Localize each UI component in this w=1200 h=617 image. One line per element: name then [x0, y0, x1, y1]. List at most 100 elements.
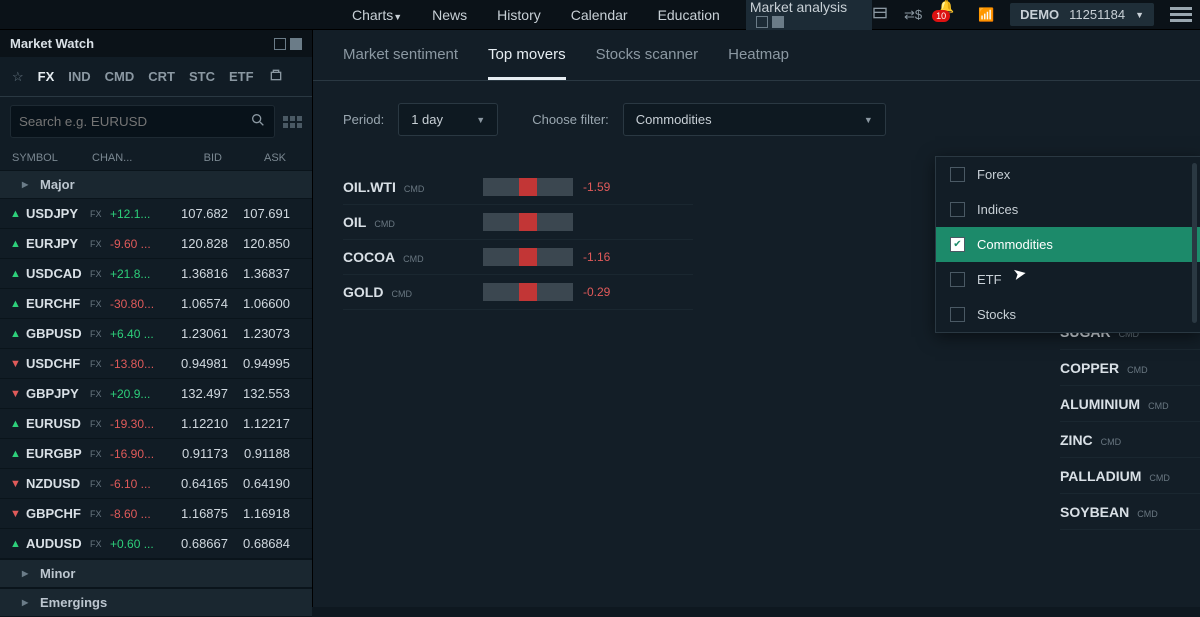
view-grid-icon[interactable]	[283, 116, 302, 128]
panel-window-controls[interactable]	[756, 16, 784, 28]
filter-option-forex[interactable]: Forex	[936, 157, 1200, 192]
direction-icon: ▼	[10, 508, 26, 520]
col-symbol: SYMBOL	[12, 152, 92, 164]
hamburger-menu[interactable]	[1170, 4, 1192, 25]
change: -6.10 ...	[110, 477, 166, 491]
bid: 1.36816	[166, 266, 228, 281]
period-select[interactable]: 1 day ▼	[398, 103, 498, 136]
tab-cmd[interactable]: CMD	[105, 69, 135, 84]
instrument-name: GOLD	[343, 284, 383, 300]
direction-icon: ▲	[10, 328, 26, 340]
mover-row[interactable]: ALUMINIUMCMD0.44%ⓘ＋♞☆	[1060, 386, 1200, 422]
mover-row[interactable]: COCOACMD-1.16	[343, 240, 693, 275]
notifications-icon[interactable]: 🔔10	[938, 0, 962, 30]
menu-calendar[interactable]: Calendar	[567, 1, 632, 29]
menu-news[interactable]: News	[428, 1, 471, 29]
symbol: USDJPY	[26, 206, 90, 221]
menu-history[interactable]: History	[493, 1, 545, 29]
layout-icon[interactable]	[872, 5, 888, 24]
asset-tag: FX	[90, 479, 110, 489]
mover-row[interactable]: SOYBEANCMD0.32%ⓘ＋♞☆	[1060, 494, 1200, 530]
watchlist-row[interactable]: ▼NZDUSDFX-6.10 ...0.641650.64190	[0, 469, 312, 499]
symbol: USDCAD	[26, 266, 90, 281]
direction-icon: ▼	[10, 388, 26, 400]
asset-tag: FX	[90, 269, 110, 279]
tab-etf[interactable]: ETF	[229, 69, 254, 84]
tab-crt[interactable]: CRT	[148, 69, 175, 84]
direction-icon: ▼	[10, 358, 26, 370]
tab-stocks-scanner[interactable]: Stocks scanner	[596, 46, 699, 80]
symbol-search[interactable]	[10, 105, 275, 138]
mover-row[interactable]: PALLADIUMCMD0.34%ⓘ＋♞☆	[1060, 458, 1200, 494]
tab-fx[interactable]: FX	[38, 69, 55, 84]
watchlist-row[interactable]: ▲AUDUSDFX+0.60 ...0.686670.68684	[0, 529, 312, 559]
transfer-icon[interactable]: ⇄$	[904, 7, 922, 23]
col-change: CHAN...	[92, 152, 158, 164]
instrument-tag: CMD	[1148, 401, 1169, 411]
change: +12.1...	[110, 207, 166, 221]
watchlist-row[interactable]: ▼GBPCHFFX-8.60 ...1.168751.16918	[0, 499, 312, 529]
filter-option-indices[interactable]: Indices	[936, 192, 1200, 227]
instrument-tag: CMD	[403, 254, 424, 264]
menu-charts[interactable]: Charts▼	[348, 1, 406, 29]
instrument-tag: CMD	[1127, 365, 1148, 375]
watchlist-row[interactable]: ▲EURJPYFX-9.60 ...120.828120.850	[0, 229, 312, 259]
watchlist-body: ▲USDJPYFX+12.1...107.682107.691▲EURJPYFX…	[0, 199, 312, 559]
watchlist-row[interactable]: ▲GBPUSDFX+6.40 ...1.230611.23073	[0, 319, 312, 349]
filter-option-commodities[interactable]: ✔Commodities	[936, 227, 1200, 262]
tab-market-sentiment[interactable]: Market sentiment	[343, 46, 458, 80]
market-watch-panel: Market Watch ☆ FX IND CMD CRT STC ETF SY…	[0, 30, 313, 607]
tab-ind[interactable]: IND	[68, 69, 90, 84]
app-topbar: Charts▼ News History Calendar Education …	[0, 0, 1200, 30]
instrument-tag: CMD	[404, 184, 425, 194]
star-icon[interactable]: ☆	[12, 69, 24, 85]
market-analysis-panel: Market sentiment Top movers Stocks scann…	[313, 30, 1200, 607]
instrument-name: COCOA	[343, 249, 395, 265]
change: +21.8...	[110, 267, 166, 281]
instrument-tag: CMD	[374, 219, 395, 229]
mover-row[interactable]: COPPERCMD1.09%ⓘ＋♞☆	[1060, 350, 1200, 386]
dropdown-scrollbar[interactable]	[1192, 163, 1197, 323]
watchlist-row[interactable]: ▲EURUSDFX-19.30...1.122101.12217	[0, 409, 312, 439]
filter-option-etf[interactable]: ETF	[936, 262, 1200, 297]
watchlist-row[interactable]: ▲USDJPYFX+12.1...107.682107.691	[0, 199, 312, 229]
mover-row[interactable]: GOLD CMD -0.29	[343, 275, 693, 310]
filter-select[interactable]: Commodities ▼	[623, 103, 886, 136]
account-selector[interactable]: DEMO 11251184 ▼	[1010, 3, 1154, 26]
bid: 0.91173	[166, 446, 228, 461]
watchlist-row[interactable]: ▼USDCHFFX-13.80...0.949810.94995	[0, 349, 312, 379]
ask: 0.68684	[228, 536, 290, 551]
group-minor[interactable]: Minor	[0, 559, 312, 588]
watchlist-header: SYMBOL CHAN... BID ASK	[0, 146, 312, 170]
filter-option-stocks[interactable]: Stocks	[936, 297, 1200, 332]
wifi-icon[interactable]: 📶	[978, 7, 994, 23]
watchlist-row[interactable]: ▲EURCHFFX-30.80...1.065741.06600	[0, 289, 312, 319]
mover-row[interactable]: ZINCCMD0.44%ⓘ＋♞☆	[1060, 422, 1200, 458]
symbol: GBPCHF	[26, 506, 90, 521]
mw-window-controls[interactable]	[274, 38, 302, 50]
asset-tag: FX	[90, 209, 110, 219]
watchlist-row[interactable]: ▲EURGBPFX-16.90...0.911730.91188	[0, 439, 312, 469]
basket-icon[interactable]	[268, 67, 284, 86]
percent-change: -0.29	[583, 285, 639, 299]
watchlist-row[interactable]: ▲USDCADFX+21.8...1.368161.36837	[0, 259, 312, 289]
symbol: NZDUSD	[26, 476, 90, 491]
analysis-subtabs: Market sentiment Top movers Stocks scann…	[313, 30, 1200, 81]
search-icon[interactable]	[250, 112, 266, 131]
col-bid: BID	[158, 152, 222, 164]
tab-stc[interactable]: STC	[189, 69, 215, 84]
instrument-name: SOYBEAN	[1060, 504, 1129, 520]
watchlist-row[interactable]: ▼GBPJPYFX+20.9...132.497132.553	[0, 379, 312, 409]
group-emergings[interactable]: Emergings	[0, 588, 312, 617]
instrument-tag: CMD	[391, 289, 412, 299]
mover-row[interactable]: OIL.WTICMD-1.59	[343, 170, 693, 205]
ask: 1.36837	[228, 266, 290, 281]
tab-top-movers[interactable]: Top movers	[488, 46, 566, 80]
market-watch-title: Market Watch	[10, 36, 94, 51]
group-major[interactable]: Major	[0, 170, 312, 199]
symbol: GBPJPY	[26, 386, 90, 401]
mover-row[interactable]: OILCMD	[343, 205, 693, 240]
menu-education[interactable]: Education	[654, 1, 724, 29]
search-input[interactable]	[19, 114, 250, 129]
tab-heatmap[interactable]: Heatmap	[728, 46, 789, 80]
